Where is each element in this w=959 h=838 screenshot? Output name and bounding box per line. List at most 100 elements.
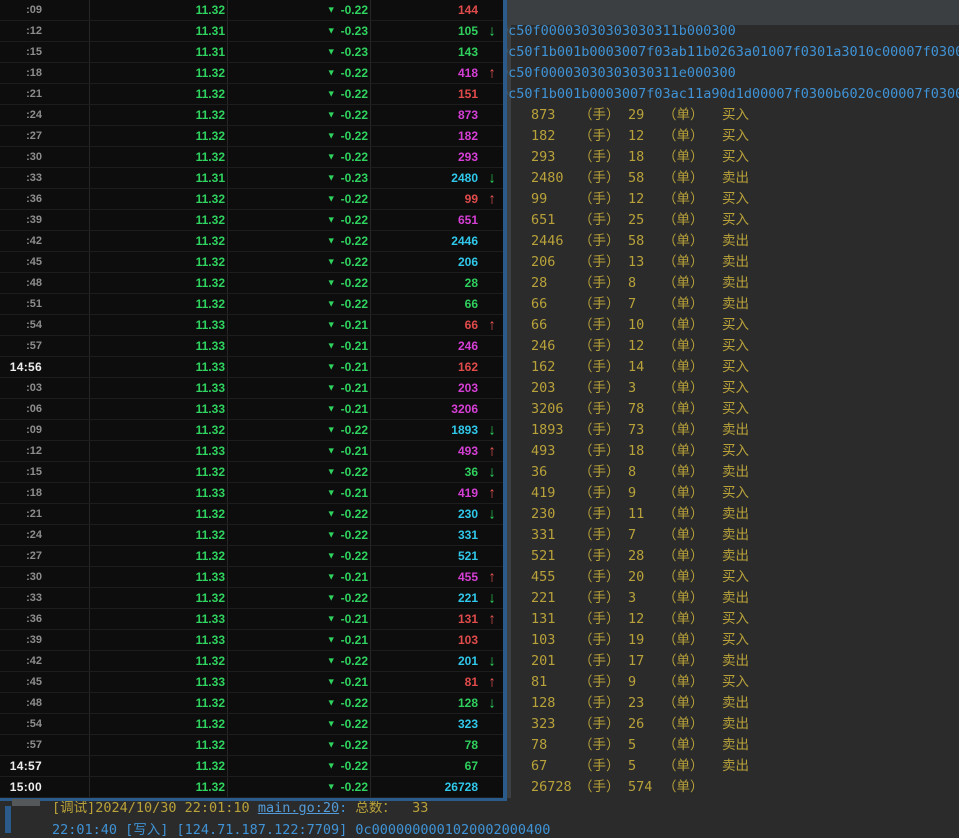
tick-volume: 28 xyxy=(371,273,503,293)
trade-volume: 162 xyxy=(531,357,579,378)
table-row[interactable]: :54 11.33 ▼ -0.21 66 ↑ xyxy=(0,315,503,336)
table-row[interactable]: :21 11.32 ▼ -0.22 230 ↓ xyxy=(0,504,503,525)
price-down-icon: ↓ xyxy=(484,506,500,523)
table-row[interactable]: :54 11.32 ▼ -0.22 323 xyxy=(0,714,503,735)
tick-volume: 182 xyxy=(371,126,503,146)
trade-count: 10 xyxy=(628,315,663,336)
tick-change-value: -0.22 xyxy=(341,759,368,773)
table-row[interactable]: :51 11.32 ▼ -0.22 66 xyxy=(0,294,503,315)
table-row[interactable]: :42 11.32 ▼ -0.22 2446 xyxy=(0,231,503,252)
table-row[interactable]: :45 11.32 ▼ -0.22 206 xyxy=(0,252,503,273)
table-row[interactable]: :57 11.33 ▼ -0.21 246 xyxy=(0,336,503,357)
table-row[interactable]: :36 11.33 ▼ -0.21 131 ↑ xyxy=(0,609,503,630)
trade-count: 26 xyxy=(628,714,663,735)
table-row[interactable]: :48 11.32 ▼ -0.22 28 xyxy=(0,273,503,294)
table-row[interactable]: :36 11.32 ▼ -0.22 99 ↑ xyxy=(0,189,503,210)
table-row[interactable]: :57 11.32 ▼ -0.22 78 xyxy=(0,735,503,756)
tick-volume: 3206 xyxy=(371,399,503,419)
tick-time: :39 xyxy=(0,630,90,650)
tick-volume: 99 ↑ xyxy=(371,189,503,209)
price-up-icon: ↑ xyxy=(484,317,500,334)
trade-volume: 521 xyxy=(531,546,579,567)
tick-change: ▼ -0.22 xyxy=(228,0,371,20)
table-row[interactable]: :30 11.32 ▼ -0.22 293 xyxy=(0,147,503,168)
table-row[interactable]: 14:57 11.32 ▼ -0.22 67 xyxy=(0,756,503,777)
unit-hand: （手） xyxy=(579,588,628,609)
debug-log-line-1: [调试]2024/10/30 22:01:10 main.go:20: 总数： … xyxy=(52,800,428,816)
table-row[interactable]: :39 11.33 ▼ -0.21 103 xyxy=(0,630,503,651)
table-row[interactable]: :09 11.32 ▼ -0.22 144 xyxy=(0,0,503,21)
source-link[interactable]: main.go:20 xyxy=(258,800,339,816)
trade-direction: 卖出 xyxy=(722,735,749,756)
trade-volume: 206 xyxy=(531,252,579,273)
tick-change: ▼ -0.22 xyxy=(228,294,371,314)
tick-change: ▼ -0.23 xyxy=(228,168,371,188)
price-down-icon: ↓ xyxy=(484,653,500,670)
table-row[interactable]: :03 11.33 ▼ -0.21 203 xyxy=(0,378,503,399)
console-scrollbar-strip[interactable] xyxy=(507,25,511,798)
tick-change-value: -0.22 xyxy=(341,66,368,80)
table-row[interactable]: 14:56 11.33 ▼ -0.21 162 xyxy=(0,357,503,378)
table-row[interactable]: :24 11.32 ▼ -0.22 331 xyxy=(0,525,503,546)
unit-order: （单） xyxy=(663,483,722,504)
table-row[interactable]: :24 11.32 ▼ -0.22 873 xyxy=(0,105,503,126)
unit-hand: （手） xyxy=(579,756,628,777)
down-triangle-icon: ▼ xyxy=(327,173,336,183)
table-row[interactable]: :18 11.32 ▼ -0.22 418 ↑ xyxy=(0,63,503,84)
unit-order: （单） xyxy=(663,714,722,735)
table-row[interactable]: :48 11.32 ▼ -0.22 128 ↓ xyxy=(0,693,503,714)
tick-change: ▼ -0.22 xyxy=(228,504,371,524)
table-row[interactable]: :18 11.33 ▼ -0.21 419 ↑ xyxy=(0,483,503,504)
tick-volume: 293 xyxy=(371,147,503,167)
unit-order: （单） xyxy=(663,462,722,483)
table-row[interactable]: :39 11.32 ▼ -0.22 651 xyxy=(0,210,503,231)
tick-change-value: -0.21 xyxy=(341,318,368,332)
unit-hand: （手） xyxy=(579,714,628,735)
down-triangle-icon: ▼ xyxy=(327,761,336,771)
tick-change-value: -0.22 xyxy=(341,507,368,521)
unit-order: （单） xyxy=(663,105,722,126)
tick-price: 11.32 xyxy=(90,777,228,797)
tick-change: ▼ -0.22 xyxy=(228,756,371,776)
tick-time: :09 xyxy=(0,0,90,20)
trade-count: 12 xyxy=(628,126,663,147)
table-row[interactable]: :42 11.32 ▼ -0.22 201 ↓ xyxy=(0,651,503,672)
hex-line: 0c50f00003030303030311e000300 xyxy=(500,63,736,84)
table-row[interactable]: :15 11.31 ▼ -0.23 143 xyxy=(0,42,503,63)
table-row[interactable]: :33 11.32 ▼ -0.22 221 ↓ xyxy=(0,588,503,609)
trade-direction: 买入 xyxy=(722,441,749,462)
table-row[interactable]: 15:00 11.32 ▼ -0.22 26728 xyxy=(0,777,503,798)
table-row[interactable]: :30 11.33 ▼ -0.21 455 ↑ xyxy=(0,567,503,588)
tick-change: ▼ -0.21 xyxy=(228,483,371,503)
down-triangle-icon: ▼ xyxy=(327,404,336,414)
tick-time: :45 xyxy=(0,252,90,272)
table-row[interactable]: :45 11.33 ▼ -0.21 81 ↑ xyxy=(0,672,503,693)
table-row[interactable]: :09 11.32 ▼ -0.22 1893 ↓ xyxy=(0,420,503,441)
price-up-icon: ↑ xyxy=(484,443,500,460)
unit-hand: （手） xyxy=(579,609,628,630)
tick-time: :42 xyxy=(0,231,90,251)
table-row[interactable]: :27 11.32 ▼ -0.22 182 xyxy=(0,126,503,147)
table-row[interactable]: :27 11.32 ▼ -0.22 521 xyxy=(0,546,503,567)
table-row[interactable]: :15 11.32 ▼ -0.22 36 ↓ xyxy=(0,462,503,483)
unit-order: （单） xyxy=(663,399,722,420)
table-row[interactable]: :33 11.31 ▼ -0.23 2480 ↓ xyxy=(0,168,503,189)
tick-volume: 66 ↑ xyxy=(371,315,503,335)
trade-count: 25 xyxy=(628,210,663,231)
unit-hand: （手） xyxy=(579,105,628,126)
unit-order: （单） xyxy=(663,693,722,714)
table-row[interactable]: :12 11.33 ▼ -0.21 493 ↑ xyxy=(0,441,503,462)
table-row[interactable]: :06 11.33 ▼ -0.21 3206 xyxy=(0,399,503,420)
unit-hand: （手） xyxy=(579,651,628,672)
table-row[interactable]: :21 11.32 ▼ -0.22 151 xyxy=(0,84,503,105)
down-triangle-icon: ▼ xyxy=(327,740,336,750)
unit-hand: （手） xyxy=(579,441,628,462)
unit-order: （单） xyxy=(663,567,722,588)
tick-table-window[interactable]: :09 11.32 ▼ -0.22 144 :12 11.31 ▼ -0.23 … xyxy=(0,0,507,801)
log-colon: : xyxy=(339,800,355,816)
tick-change: ▼ -0.22 xyxy=(228,525,371,545)
table-row[interactable]: :12 11.31 ▼ -0.23 105 ↓ xyxy=(0,21,503,42)
tick-volume: 2446 xyxy=(371,231,503,251)
trade-count: 14 xyxy=(628,357,663,378)
tick-time: :45 xyxy=(0,672,90,692)
